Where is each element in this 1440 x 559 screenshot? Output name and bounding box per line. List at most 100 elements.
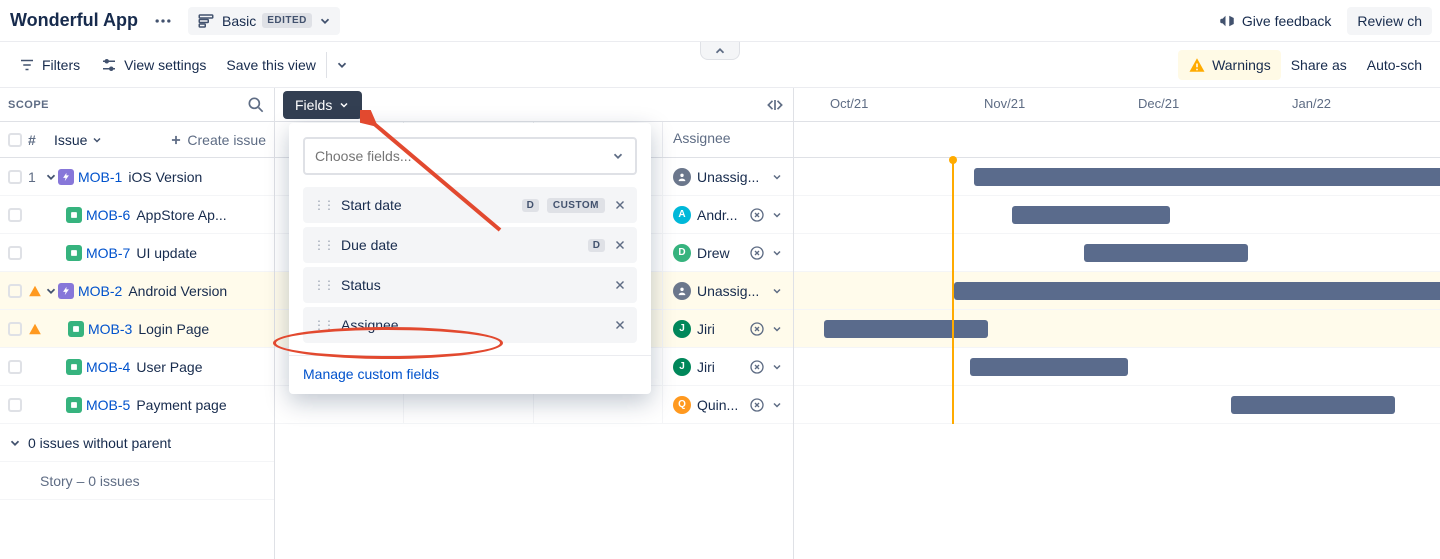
timeline-row xyxy=(794,386,1440,424)
ellipsis-icon xyxy=(153,11,173,31)
fields-search-wrapper[interactable] xyxy=(303,137,637,175)
save-view-more-button[interactable] xyxy=(326,52,357,78)
issue-key[interactable]: MOB-1 xyxy=(78,169,122,185)
plan-pill[interactable]: Basic EDITED xyxy=(188,7,340,35)
expand-caret-icon[interactable] xyxy=(44,284,58,298)
assignee-cell[interactable]: Q Quin... xyxy=(663,386,793,423)
issue-key[interactable]: MOB-4 xyxy=(86,359,130,375)
view-settings-label: View settings xyxy=(124,57,206,73)
auto-schedule-button[interactable]: Auto-sch xyxy=(1357,51,1432,79)
row-checkbox[interactable] xyxy=(8,170,22,184)
assignee-name: Drew xyxy=(697,245,743,261)
user-avatar: A xyxy=(673,206,691,224)
gantt-bar[interactable] xyxy=(824,320,988,338)
main-area: SCOPE # Issue Create issue 1MOB-1iOS Ver… xyxy=(0,88,1440,559)
clear-assignee-icon[interactable] xyxy=(749,321,765,337)
issue-row[interactable]: 1MOB-1iOS Version xyxy=(0,158,274,196)
gantt-bar[interactable] xyxy=(954,282,1440,300)
assignee-cell[interactable]: JJiri xyxy=(663,348,793,385)
issue-column-header[interactable]: Issue xyxy=(54,132,87,148)
fields-button[interactable]: Fields xyxy=(283,91,362,119)
issue-row[interactable]: MOB-2Android Version xyxy=(0,272,274,310)
issue-row[interactable]: MOB-5Payment page xyxy=(0,386,274,424)
assignee-cell[interactable]: AAndr... xyxy=(663,196,793,233)
assignee-cell[interactable]: Unassig... xyxy=(663,158,793,195)
story-subgroup[interactable]: Story – 0 issues xyxy=(0,462,274,500)
remove-field-icon[interactable] xyxy=(613,278,627,292)
field-chip-label: Start date xyxy=(341,197,514,213)
collapse-header-button[interactable] xyxy=(700,42,740,60)
story-icon xyxy=(66,207,82,223)
clear-assignee-icon[interactable] xyxy=(749,207,765,223)
row-checkbox[interactable] xyxy=(8,208,22,222)
issue-key[interactable]: MOB-5 xyxy=(86,397,130,413)
issue-key[interactable]: MOB-7 xyxy=(86,245,130,261)
row-number xyxy=(28,284,44,298)
issue-row[interactable]: MOB-6AppStore Ap... xyxy=(0,196,274,234)
warnings-button[interactable]: Warnings xyxy=(1178,50,1281,80)
clear-assignee-icon[interactable] xyxy=(749,359,765,375)
issue-key[interactable]: MOB-3 xyxy=(88,321,132,337)
field-chip-label: Assignee xyxy=(341,317,605,333)
hash-column: # xyxy=(28,132,44,148)
row-checkbox[interactable] xyxy=(8,284,22,298)
issue-key[interactable]: MOB-2 xyxy=(78,283,122,299)
gantt-bar[interactable] xyxy=(974,168,1440,186)
row-checkbox[interactable] xyxy=(8,398,22,412)
filters-button[interactable]: Filters xyxy=(8,50,90,80)
search-icon[interactable] xyxy=(246,95,266,115)
field-chip[interactable]: ⋮⋮Status xyxy=(303,267,637,303)
assignee-name: Quin... xyxy=(697,397,743,413)
drag-handle-icon[interactable]: ⋮⋮ xyxy=(313,278,333,292)
select-all-checkbox[interactable] xyxy=(8,133,22,147)
scope-header: SCOPE xyxy=(0,88,274,122)
more-menu-button[interactable] xyxy=(148,6,178,36)
user-avatar: Q xyxy=(673,396,691,414)
fields-search-input[interactable] xyxy=(315,148,611,164)
issues-without-parent-group[interactable]: 0 issues without parent xyxy=(0,424,274,462)
epic-icon xyxy=(58,283,74,299)
assignee-cell[interactable]: Unassig... xyxy=(663,272,793,309)
issue-row[interactable]: MOB-4User Page xyxy=(0,348,274,386)
story-icon xyxy=(68,321,84,337)
row-checkbox[interactable] xyxy=(8,322,22,336)
create-issue-label: Create issue xyxy=(187,132,266,148)
scope-label: SCOPE xyxy=(8,99,246,111)
share-as-button[interactable]: Share as xyxy=(1281,51,1357,79)
issue-row[interactable]: MOB-3Login Page xyxy=(0,310,274,348)
remove-field-icon[interactable] xyxy=(613,198,627,212)
review-button[interactable]: Review ch xyxy=(1347,7,1432,35)
gantt-bar[interactable] xyxy=(970,358,1128,376)
drag-handle-icon[interactable]: ⋮⋮ xyxy=(313,238,333,252)
expand-caret-icon[interactable] xyxy=(44,170,58,184)
remove-field-icon[interactable] xyxy=(613,238,627,252)
field-chip[interactable]: ⋮⋮Due dateD xyxy=(303,227,637,263)
drag-handle-icon[interactable]: ⋮⋮ xyxy=(313,198,333,212)
month-nov: Nov/21 xyxy=(978,88,1132,121)
app-title: Wonderful App xyxy=(10,10,138,31)
remove-field-icon[interactable] xyxy=(613,318,627,332)
assignee-cell[interactable]: JJiri xyxy=(663,310,793,347)
issue-row[interactable]: MOB-7UI update xyxy=(0,234,274,272)
clear-assignee-icon[interactable] xyxy=(749,397,765,413)
gantt-bar[interactable] xyxy=(1084,244,1248,262)
gantt-bar[interactable] xyxy=(1231,396,1395,414)
drag-handle-icon[interactable]: ⋮⋮ xyxy=(313,318,333,332)
view-settings-button[interactable]: View settings xyxy=(90,50,216,80)
save-view-button[interactable]: Save this view xyxy=(216,51,325,79)
row-checkbox[interactable] xyxy=(8,246,22,260)
give-feedback-button[interactable]: Give feedback xyxy=(1218,12,1332,30)
gantt-bar[interactable] xyxy=(1012,206,1170,224)
chevron-down-icon xyxy=(771,399,783,411)
fields-header: Fields xyxy=(275,88,793,122)
clear-assignee-icon[interactable] xyxy=(749,245,765,261)
row-checkbox[interactable] xyxy=(8,360,22,374)
field-chip[interactable]: ⋮⋮Start dateDCUSTOM xyxy=(303,187,637,223)
create-issue-button[interactable]: Create issue xyxy=(169,132,266,148)
manage-custom-fields-link[interactable]: Manage custom fields xyxy=(303,366,439,382)
assignee-cell[interactable]: DDrew xyxy=(663,234,793,271)
collapse-columns-button[interactable] xyxy=(765,97,785,113)
story-icon xyxy=(66,359,82,375)
issue-key[interactable]: MOB-6 xyxy=(86,207,130,223)
field-chip[interactable]: ⋮⋮ Assignee xyxy=(303,307,637,343)
